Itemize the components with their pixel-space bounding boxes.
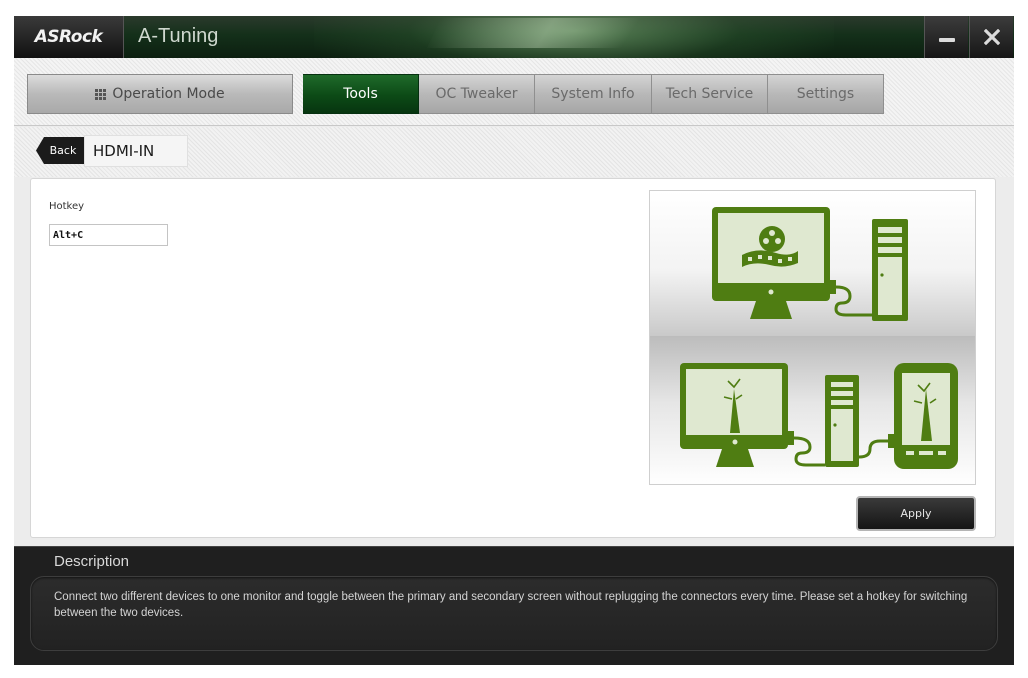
page-title: HDMI-IN: [84, 135, 188, 167]
hotkey-input[interactable]: [49, 224, 168, 246]
minimize-icon: [938, 38, 955, 42]
main-tabs: Tools OC Tweaker System Info Tech Servic…: [303, 74, 884, 114]
breadcrumb: Back HDMI-IN: [14, 127, 1014, 177]
description-title: Description: [54, 553, 130, 570]
tab-settings[interactable]: Settings: [768, 74, 884, 114]
hotkey-label: Hotkey: [49, 201, 85, 212]
brand-logo: ASRock: [14, 16, 124, 58]
description-box: Connect two different devices to one mon…: [30, 576, 998, 651]
operation-mode-button[interactable]: Operation Mode: [27, 74, 293, 114]
hdmi-in-illustration: [649, 190, 976, 485]
app-title: A-Tuning: [138, 25, 219, 47]
title-bar-streak: [427, 18, 721, 48]
tab-system-info[interactable]: System Info: [535, 74, 652, 114]
apply-button[interactable]: Apply: [856, 496, 976, 531]
grid-icon: [95, 88, 107, 100]
brand-logo-text: ASRock: [34, 27, 103, 47]
close-icon: [983, 29, 1000, 45]
back-button[interactable]: Back: [36, 137, 84, 164]
app-window: ASRock A-Tuning Operation Mode Tools OC …: [14, 16, 1014, 665]
hdmi-in-panel: Hotkey Alt+C Apply: [30, 178, 996, 538]
tab-tools[interactable]: Tools: [303, 74, 419, 114]
toolbar: Operation Mode Tools OC Tweaker System I…: [14, 58, 1014, 126]
tab-tech-service[interactable]: Tech Service: [652, 74, 768, 114]
monitor-pc-tablet-icon: [680, 207, 958, 469]
minimize-button[interactable]: [924, 16, 968, 58]
description-panel: Description Connect two different device…: [14, 546, 1014, 665]
tab-oc-tweaker[interactable]: OC Tweaker: [419, 74, 535, 114]
title-bar[interactable]: ASRock A-Tuning: [14, 16, 1014, 58]
close-button[interactable]: [969, 16, 1013, 58]
operation-mode-label: Operation Mode: [112, 86, 225, 102]
description-text: Connect two different devices to one mon…: [54, 591, 968, 619]
